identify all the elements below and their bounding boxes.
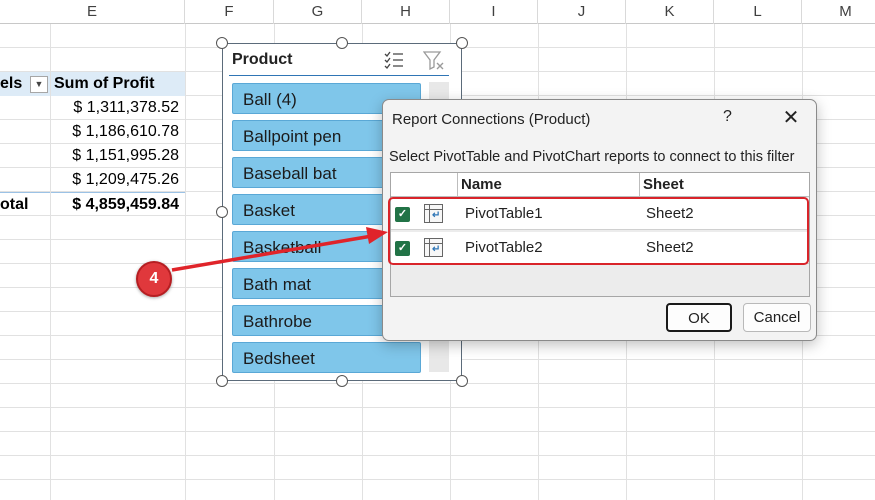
step-callout-badge: 4	[136, 261, 172, 297]
